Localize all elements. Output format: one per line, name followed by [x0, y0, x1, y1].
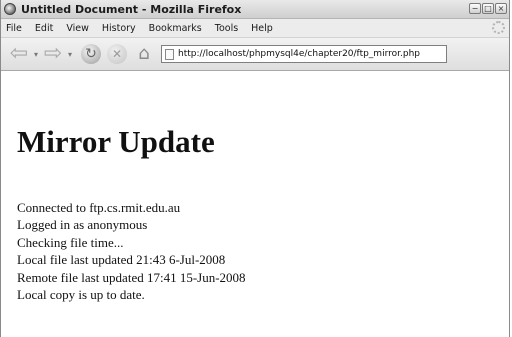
reload-icon[interactable]: ↻ — [81, 44, 101, 64]
status-line: Local copy is up to date. — [17, 287, 145, 303]
status-line: Logged in as anonymous — [17, 217, 148, 233]
menu-tools[interactable]: Tools — [215, 23, 238, 34]
title-bar: Untitled Document - Mozilla Firefox − □ … — [1, 0, 509, 19]
browser-window: Untitled Document - Mozilla Firefox − □ … — [0, 0, 510, 337]
menu-view[interactable]: View — [66, 23, 89, 34]
back-history-dropdown-icon[interactable]: ▾ — [31, 50, 41, 59]
home-icon[interactable]: ⌂ — [133, 44, 155, 64]
menu-help[interactable]: Help — [251, 23, 273, 34]
stop-icon[interactable]: ✕ — [107, 44, 127, 64]
forward-arrow-icon[interactable]: ⇨ — [41, 43, 65, 65]
status-line: Checking file time... — [17, 234, 124, 250]
status-line: Remote file last updated 17:41 15-Jun-20… — [17, 269, 246, 285]
minimize-button[interactable]: − — [469, 3, 481, 14]
page-content: Mirror Update Connected to ftp.cs.rmit.e… — [1, 72, 509, 337]
throbber-icon — [492, 21, 505, 34]
menu-file[interactable]: File — [6, 23, 22, 34]
maximize-button[interactable]: □ — [482, 3, 494, 14]
status-output: Connected to ftp.cs.rmit.edu.au Logged i… — [17, 199, 246, 303]
window-controls: − □ × — [469, 3, 507, 14]
menu-bar: File Edit View History Bookmarks Tools H… — [1, 19, 509, 38]
back-arrow-icon[interactable]: ⇦ — [7, 43, 31, 65]
menu-edit[interactable]: Edit — [35, 23, 53, 34]
address-bar[interactable]: http://localhost/phpmysql4e/chapter20/ft… — [161, 45, 447, 63]
menu-history[interactable]: History — [102, 23, 136, 34]
status-line: Local file last updated 21:43 6-Jul-2008 — [17, 252, 226, 268]
menu-bookmarks[interactable]: Bookmarks — [149, 23, 202, 34]
window-title: Untitled Document - Mozilla Firefox — [21, 2, 242, 16]
navigation-toolbar: ⇦ ▾ ⇨ ▾ ↻ ✕ ⌂ http://localhost/phpmysql4… — [1, 38, 509, 71]
forward-history-dropdown-icon[interactable]: ▾ — [65, 50, 75, 59]
status-line: Connected to ftp.cs.rmit.edu.au — [17, 200, 181, 215]
page-title: Mirror Update — [17, 124, 215, 159]
firefox-icon — [4, 3, 16, 15]
url-text[interactable]: http://localhost/phpmysql4e/chapter20/ft… — [178, 49, 420, 59]
close-button[interactable]: × — [495, 3, 507, 14]
page-icon — [165, 48, 174, 60]
